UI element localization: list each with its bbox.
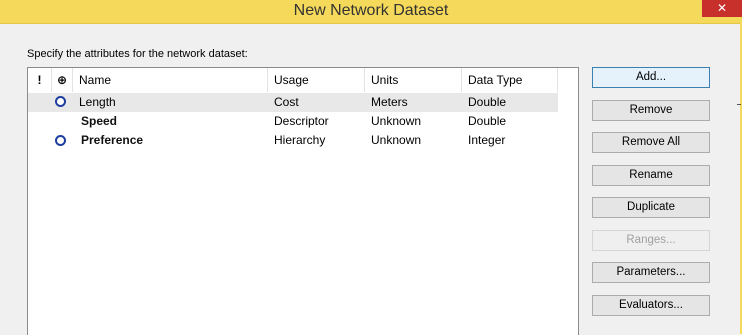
attributes-list[interactable]: ! ⊕ Name Usage Units Data Type Length Co… — [27, 67, 579, 335]
attribute-usage: Hierarchy — [274, 133, 326, 147]
instruction-label: Specify the attributes for the network d… — [27, 48, 248, 60]
rename-button[interactable]: Rename — [592, 165, 710, 186]
attribute-data-type: Double — [468, 114, 507, 128]
attribute-units: Unknown — [371, 114, 422, 128]
remove-all-button[interactable]: Remove All — [592, 132, 710, 153]
remove-button[interactable]: Remove — [592, 100, 710, 121]
window-title: New Network Dataset — [293, 2, 449, 19]
default-attribute-icon — [55, 135, 66, 146]
attribute-data-type: Integer — [468, 133, 506, 147]
add-button[interactable]: Add... — [592, 67, 710, 88]
close-button[interactable]: ✕ — [702, 0, 742, 17]
evaluators-button[interactable]: Evaluators... — [592, 295, 710, 316]
attribute-units: Meters — [371, 95, 408, 109]
attribute-usage: Descriptor — [274, 114, 329, 128]
title-bar: New Network Dataset ✕ — [0, 0, 742, 24]
attribute-data-type: Double — [468, 95, 507, 109]
attribute-units: Unknown — [371, 133, 422, 147]
parameters-button[interactable]: Parameters... — [592, 262, 710, 283]
duplicate-button[interactable]: Duplicate — [592, 197, 710, 218]
usage-column-header[interactable]: Usage — [268, 68, 365, 92]
required-column-header[interactable]: ! — [28, 68, 52, 92]
table-row[interactable]: Preference Hierarchy Unknown Integer — [28, 131, 558, 150]
divider — [737, 104, 741, 105]
units-column-header[interactable]: Units — [365, 68, 462, 92]
table-row[interactable]: Speed Descriptor Unknown Double — [28, 112, 558, 131]
table-row[interactable]: Length Cost Meters Double — [28, 93, 558, 112]
attribute-name: Preference — [81, 133, 144, 147]
attribute-name: Length — [79, 95, 116, 109]
default-attribute-icon — [55, 96, 66, 107]
data-type-column-header[interactable]: Data Type — [462, 68, 558, 92]
ranges-button[interactable]: Ranges... — [592, 230, 710, 251]
attribute-usage: Cost — [274, 95, 299, 109]
attribute-name: Speed — [81, 114, 118, 128]
name-column-header[interactable]: Name — [73, 68, 268, 92]
default-column-header[interactable]: ⊕ — [52, 68, 73, 92]
